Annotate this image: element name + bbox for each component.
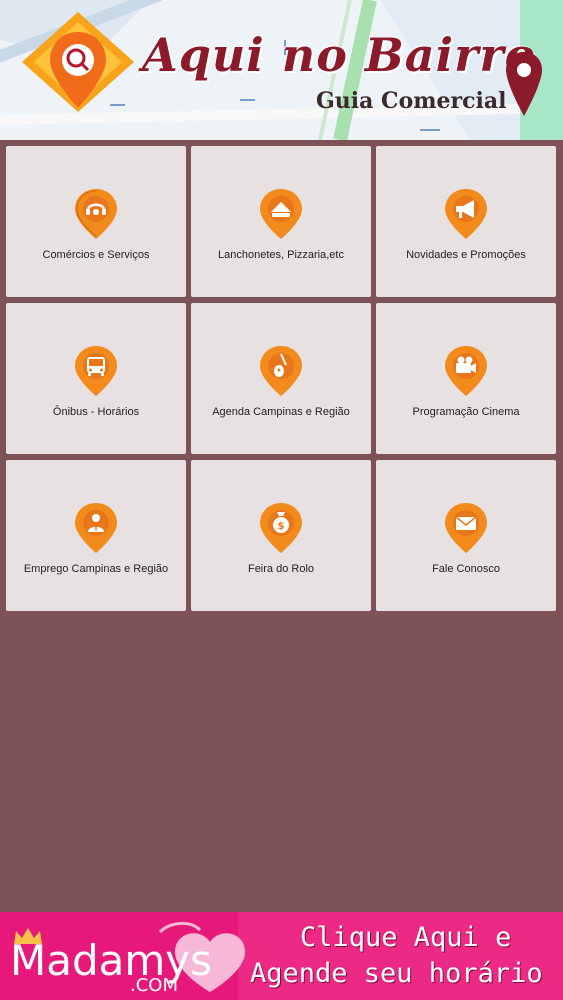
category-label: Ônibus - Horários [52,406,140,418]
envelope-icon [445,503,487,553]
category-tile-novidades[interactable]: Novidades e Promoções [376,146,556,297]
headset-icon [75,189,117,239]
category-tile-feira[interactable]: $ Feira do Rolo [191,460,371,611]
category-grid: Comércios e Serviços Lanchonetes, Pizzar… [6,146,557,611]
category-tile-comercios[interactable]: Comércios e Serviços [6,146,186,297]
category-label: Fale Conosco [432,563,500,575]
svg-text:$: $ [278,521,285,532]
category-tile-emprego[interactable]: Emprego Campinas e Região [6,460,186,611]
category-label: Comércios e Serviços [42,249,150,261]
ad-brand-domain: .COM [130,975,178,996]
category-tile-onibus[interactable]: Ônibus - Horários [6,303,186,454]
money-bag-icon: $ [260,503,302,553]
location-pin-icon [506,52,542,116]
bus-icon [75,346,117,396]
ad-brand-name: Madamys [10,936,213,985]
header-banner: Aqui no Bairro Guia Comercial [0,0,563,140]
category-label: Emprego Campinas e Região [23,563,169,575]
category-label: Agenda Campinas e Região [212,406,350,418]
worker-icon [75,503,117,553]
category-label: Novidades e Promoções [406,249,526,261]
ad-cta-line1[interactable]: Clique Aqui e [300,922,511,953]
category-tile-lanchonetes[interactable]: Lanchonetes, Pizzaria,etc [191,146,371,297]
food-icon [260,189,302,239]
category-tile-fale-conosco[interactable]: Fale Conosco [376,460,556,611]
ad-cta-line2[interactable]: Agende seu horário [250,958,543,989]
category-tile-cinema[interactable]: Programação Cinema [376,303,556,454]
category-label: Lanchonetes, Pizzaria,etc [218,249,344,261]
category-tile-agenda[interactable]: Agenda Campinas e Região [191,303,371,454]
megaphone-icon [445,189,487,239]
app-subtitle: Guia Comercial [316,88,507,114]
category-label: Programação Cinema [412,406,520,418]
guitar-icon [260,346,302,396]
camera-icon [445,346,487,396]
category-label: Feira do Rolo [247,563,315,575]
logo-pin-icon [22,12,134,112]
app-title: Aqui no Bairro [142,28,537,82]
